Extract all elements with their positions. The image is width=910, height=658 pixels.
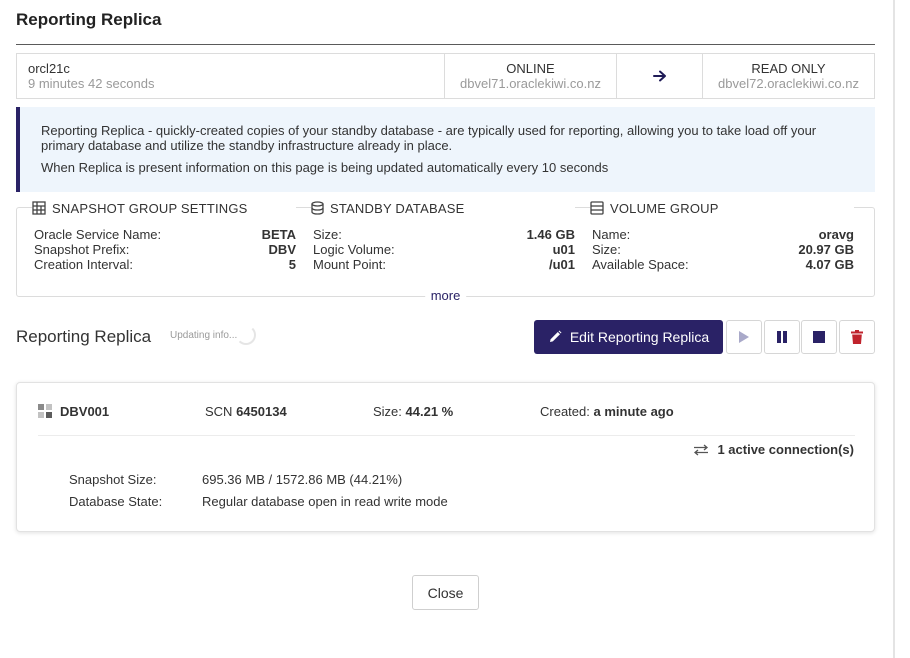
scn-value: 6450134 [236, 404, 287, 419]
settings-panel: SNAPSHOT GROUP SETTINGS Oracle Service N… [16, 200, 875, 303]
stop-icon [813, 331, 825, 343]
replica-heading: Reporting Replica [16, 327, 152, 346]
setting-value: 4.07 GB [805, 257, 854, 272]
close-button[interactable]: Close [412, 575, 479, 610]
snapshot-size-value: 695.36 MB / 1572.86 MB (44.21%) [202, 472, 403, 487]
play-icon [739, 331, 749, 343]
dialog-title: Reporting Replica [16, 10, 162, 29]
snapshot-summary-row: DBV001 SCN 6450134 Size: 44.21 % Created… [17, 383, 874, 435]
standby-database-title: STANDBY DATABASE [330, 200, 465, 216]
updating-status: Updating info... [170, 330, 238, 341]
setting-value: BETA [261, 227, 296, 242]
setting-key: Available Space: [592, 257, 689, 272]
created-value: a minute ago [593, 404, 674, 419]
database-icon [311, 201, 324, 215]
status-arrow-cell [617, 54, 703, 98]
snapshot-group-settings: SNAPSHOT GROUP SETTINGS Oracle Service N… [32, 200, 296, 272]
status-target-cell: READ ONLY dbvel72.oraclekiwi.co.nz [703, 54, 874, 98]
active-connections: 1 active connection(s) [693, 442, 854, 457]
edit-button-label: Edit Reporting Replica [569, 329, 710, 345]
size-value: 44.21 % [405, 404, 454, 419]
snapshot-name: DBV001 [60, 404, 110, 419]
server-rack-icon [590, 201, 604, 215]
setting-row: Mount Point: /u01 [313, 257, 575, 272]
setting-key: Logic Volume: [313, 242, 395, 257]
snapshot-icon [38, 404, 52, 418]
setting-key: Name: [592, 227, 631, 242]
source-host: dbvel71.oraclekiwi.co.nz [460, 76, 601, 91]
loading-spinner-icon [236, 325, 256, 345]
info-callout: Reporting Replica - quickly-created copi… [16, 107, 875, 192]
elapsed-time: 9 minutes 42 seconds [28, 76, 155, 91]
setting-value: oravg [818, 227, 854, 242]
status-source-cell: ONLINE dbvel71.oraclekiwi.co.nz [445, 54, 617, 98]
setting-key: Size: [592, 242, 621, 257]
volume-group-settings: VOLUME GROUP Name: oravg Size: 20.97 GB Av… [590, 200, 854, 272]
setting-value: DBV [268, 242, 296, 257]
grid-table-icon [32, 201, 46, 215]
setting-key: Oracle Service Name: [34, 227, 162, 242]
snapshot-group-title: SNAPSHOT GROUP SETTINGS [52, 200, 248, 216]
setting-row: Size: 1.46 GB [313, 227, 575, 242]
snapshot-created: Created: a minute ago [540, 404, 674, 419]
delete-button[interactable] [839, 320, 875, 354]
setting-key: Creation Interval: [34, 257, 133, 272]
created-label: Created: [540, 404, 590, 419]
setting-row: Creation Interval: 5 [34, 257, 296, 272]
snapshot-scn: SCN 6450134 [205, 404, 287, 419]
setting-row: Logic Volume: u01 [313, 242, 575, 257]
snapshot-size-label: Snapshot Size: [69, 472, 157, 487]
info-update-note: When Replica is present information on t… [41, 160, 609, 175]
target-host: dbvel72.oraclekiwi.co.nz [718, 76, 859, 91]
setting-row: Name: oravg [592, 227, 854, 242]
setting-value: 20.97 GB [798, 242, 854, 257]
source-state: ONLINE [506, 61, 555, 76]
target-state: READ ONLY [751, 61, 826, 76]
trash-icon [851, 330, 863, 344]
setting-row: Available Space: 4.07 GB [592, 257, 854, 272]
info-description: Reporting Replica - quickly-created copi… [41, 123, 817, 153]
connections-text: 1 active connection(s) [717, 442, 854, 457]
setting-row: Snapshot Prefix: DBV [34, 242, 296, 257]
snapshot-size: Size: 44.21 % [373, 404, 453, 419]
scrollbar-edge [893, 0, 895, 658]
start-button[interactable] [726, 320, 762, 354]
setting-key: Mount Point: [313, 257, 386, 272]
status-bar: orcl21c 9 minutes 42 seconds ONLINE dbve… [16, 53, 875, 99]
size-label: Size: [373, 404, 402, 419]
setting-key: Snapshot Prefix: [34, 242, 130, 257]
arrow-right-icon [652, 70, 666, 82]
scn-label: SCN [205, 404, 233, 419]
setting-value: u01 [552, 242, 575, 257]
setting-key: Size: [313, 227, 342, 242]
edit-reporting-replica-button[interactable]: Edit Reporting Replica [534, 320, 723, 354]
database-state-label: Database State: [69, 494, 163, 509]
title-divider [16, 44, 875, 45]
setting-value: /u01 [548, 257, 575, 272]
setting-value: 1.46 GB [526, 227, 575, 242]
snapshot-card: DBV001 SCN 6450134 Size: 44.21 % Created… [16, 382, 875, 532]
setting-value: 5 [288, 257, 296, 272]
status-database-cell: orcl21c 9 minutes 42 seconds [17, 54, 445, 98]
pencil-icon [549, 330, 562, 342]
pause-button[interactable] [764, 320, 800, 354]
standby-database-settings: STANDBY DATABASE Size: 1.46 GB Logic Volu… [311, 200, 575, 272]
setting-row: Oracle Service Name: BETA [34, 227, 296, 242]
pause-icon [777, 331, 787, 343]
database-name: orcl21c [28, 61, 70, 76]
card-divider [38, 435, 855, 436]
more-link[interactable]: more [424, 288, 467, 303]
database-state-value: Regular database open in read write mode [202, 494, 448, 509]
setting-row: Size: 20.97 GB [592, 242, 854, 257]
volume-group-title: VOLUME GROUP [610, 200, 719, 216]
exchange-arrows-icon [694, 444, 709, 455]
stop-button[interactable] [801, 320, 837, 354]
